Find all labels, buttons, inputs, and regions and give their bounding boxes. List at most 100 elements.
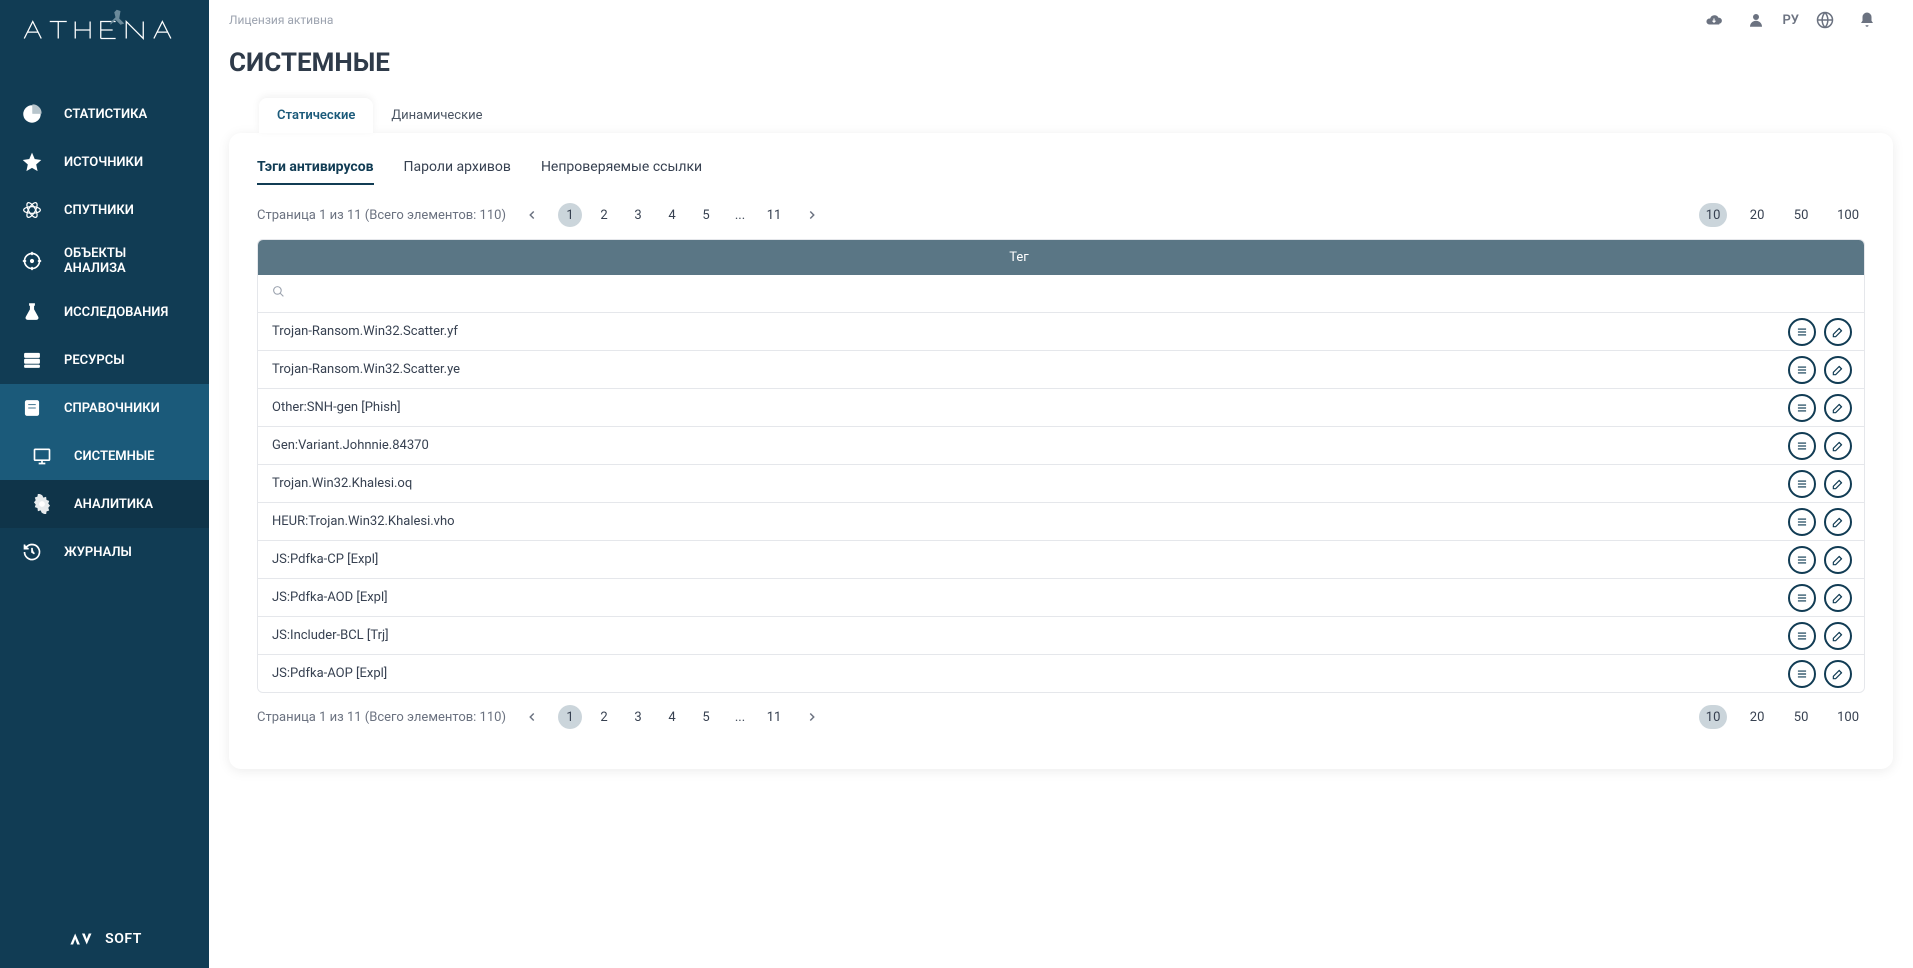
inner-tab-av-tags[interactable]: Тэги антивирусов: [257, 151, 374, 185]
page-size-50[interactable]: 50: [1787, 203, 1815, 227]
pager-page-11[interactable]: 11: [762, 203, 786, 227]
cloud-download-icon[interactable]: [1698, 4, 1730, 36]
sidebar-footer: SOFT: [0, 910, 209, 968]
edit-button[interactable]: [1824, 508, 1852, 536]
row-actions: [1788, 470, 1864, 498]
view-button[interactable]: [1788, 432, 1816, 460]
edit-button[interactable]: [1824, 660, 1852, 688]
pin-icon[interactable]: [33, 6, 203, 39]
nav-label: СИСТЕМНЫЕ: [74, 449, 154, 464]
table-header-tag[interactable]: Тег: [258, 240, 1780, 275]
nav-item-sources[interactable]: ИСТОЧНИКИ: [0, 138, 209, 186]
pager-prev-bottom[interactable]: [522, 707, 542, 727]
pager-page-2-b[interactable]: 2: [592, 705, 616, 729]
nav-item-satellites[interactable]: СПУТНИКИ: [0, 186, 209, 234]
pager-page-4[interactable]: 4: [660, 203, 684, 227]
edit-icon: [1831, 439, 1845, 453]
pager-page-1-b[interactable]: 1: [558, 705, 582, 729]
inner-tab-archive-passwords[interactable]: Пароли архивов: [404, 151, 511, 185]
table-cell-tag: Trojan-Ransom.Win32.Scatter.yf: [258, 313, 1788, 350]
edit-button[interactable]: [1824, 318, 1852, 346]
page-size-100-b[interactable]: 100: [1831, 705, 1865, 729]
nav-label: ЖУРНАЛЫ: [64, 545, 132, 560]
edit-button[interactable]: [1824, 546, 1852, 574]
view-button[interactable]: [1788, 356, 1816, 384]
nav-item-journals[interactable]: ЖУРНАЛЫ: [0, 528, 209, 576]
page-size-10[interactable]: 10: [1699, 203, 1727, 227]
pager-page-11-b[interactable]: 11: [762, 705, 786, 729]
gear-icon: [30, 492, 54, 516]
edit-button[interactable]: [1824, 356, 1852, 384]
tab-dynamic[interactable]: Динамические: [373, 98, 500, 133]
main: Лицензия активна РУ СИСТЕМНЫЕ Статически…: [209, 0, 1913, 968]
pager-page-1[interactable]: 1: [558, 203, 582, 227]
nav-item-references[interactable]: СПРАВОЧНИКИ: [0, 384, 209, 432]
view-button[interactable]: [1788, 584, 1816, 612]
pager-page-5[interactable]: 5: [694, 203, 718, 227]
page-title: СИСТЕМНЫЕ: [209, 40, 1913, 98]
view-button[interactable]: [1788, 394, 1816, 422]
view-button[interactable]: [1788, 622, 1816, 650]
edit-button[interactable]: [1824, 622, 1852, 650]
topbar: Лицензия активна РУ: [209, 0, 1913, 40]
view-button[interactable]: [1788, 546, 1816, 574]
pager-page-5-b[interactable]: 5: [694, 705, 718, 729]
nav-item-system[interactable]: СИСТЕМНЫЕ: [0, 432, 209, 480]
edit-icon: [1831, 477, 1845, 491]
list-icon: [1795, 667, 1809, 681]
user-icon[interactable]: [1740, 4, 1772, 36]
view-button[interactable]: [1788, 508, 1816, 536]
nav-item-analysis-objects[interactable]: ОБЪЕКТЫ АНАЛИЗА: [0, 234, 209, 288]
page-size-20[interactable]: 20: [1743, 203, 1771, 227]
table-search[interactable]: [258, 275, 1780, 312]
pager-next[interactable]: [802, 205, 822, 225]
table-row: Gen:Variant.Johnnie.84370: [258, 427, 1864, 465]
tab-static[interactable]: Статические: [259, 98, 373, 133]
view-button[interactable]: [1788, 470, 1816, 498]
nav-label: СПРАВОЧНИКИ: [64, 401, 160, 416]
edit-button[interactable]: [1824, 470, 1852, 498]
nav-item-resources[interactable]: РЕСУРСЫ: [0, 336, 209, 384]
sidebar-nav: СТАТИСТИКА ИСТОЧНИКИ СПУТНИКИ ОБЪЕКТЫ АН…: [0, 60, 209, 910]
language-selector[interactable]: РУ: [1782, 13, 1799, 28]
pagination-bottom: Страница 1 из 11 (Всего элементов: 110) …: [257, 705, 1865, 729]
page-size-10-b[interactable]: 10: [1699, 705, 1727, 729]
tags-table: Тег Trojan-Ransom.Win32.Scatter.yf Trojan…: [257, 239, 1865, 693]
nav-label: ИСТОЧНИКИ: [64, 155, 143, 170]
pager-page-2[interactable]: 2: [592, 203, 616, 227]
list-icon: [1795, 629, 1809, 643]
table-cell-tag: Trojan.Win32.Khalesi.oq: [258, 465, 1788, 502]
inner-tab-unchecked-links[interactable]: Непроверяемые ссылки: [541, 151, 702, 185]
nav-item-research[interactable]: ИССЛЕДОВАНИЯ: [0, 288, 209, 336]
bell-icon[interactable]: [1851, 4, 1883, 36]
nav-label: ОБЪЕКТЫ АНАЛИЗА: [64, 246, 189, 276]
list-icon: [1795, 591, 1809, 605]
page-size-20-b[interactable]: 20: [1743, 705, 1771, 729]
edit-icon: [1831, 401, 1845, 415]
pager-page-3[interactable]: 3: [626, 203, 650, 227]
pager-buttons: 1 2 3 4 5 ... 11: [558, 203, 786, 227]
table-row: Trojan.Win32.Khalesi.oq: [258, 465, 1864, 503]
page-size-100[interactable]: 100: [1831, 203, 1865, 227]
view-button[interactable]: [1788, 318, 1816, 346]
list-icon: [1795, 477, 1809, 491]
nav-item-statistics[interactable]: СТАТИСТИКА: [0, 90, 209, 138]
globe-icon[interactable]: [1809, 4, 1841, 36]
list-icon: [1795, 439, 1809, 453]
license-status: Лицензия активна: [229, 13, 333, 27]
view-button[interactable]: [1788, 660, 1816, 688]
page-size-50-b[interactable]: 50: [1787, 705, 1815, 729]
edit-button[interactable]: [1824, 584, 1852, 612]
pager-prev[interactable]: [522, 205, 542, 225]
edit-button[interactable]: [1824, 432, 1852, 460]
list-icon: [1795, 553, 1809, 567]
pager-next-bottom[interactable]: [802, 707, 822, 727]
logo: [0, 0, 209, 60]
edit-button[interactable]: [1824, 394, 1852, 422]
pager-page-3-b[interactable]: 3: [626, 705, 650, 729]
book-icon: [20, 396, 44, 420]
star-icon: [20, 150, 44, 174]
nav-item-analytics[interactable]: АНАЛИТИКА: [0, 480, 209, 528]
pager-page-4-b[interactable]: 4: [660, 705, 684, 729]
pager-info-bottom: Страница 1 из 11 (Всего элементов: 110): [257, 710, 506, 725]
